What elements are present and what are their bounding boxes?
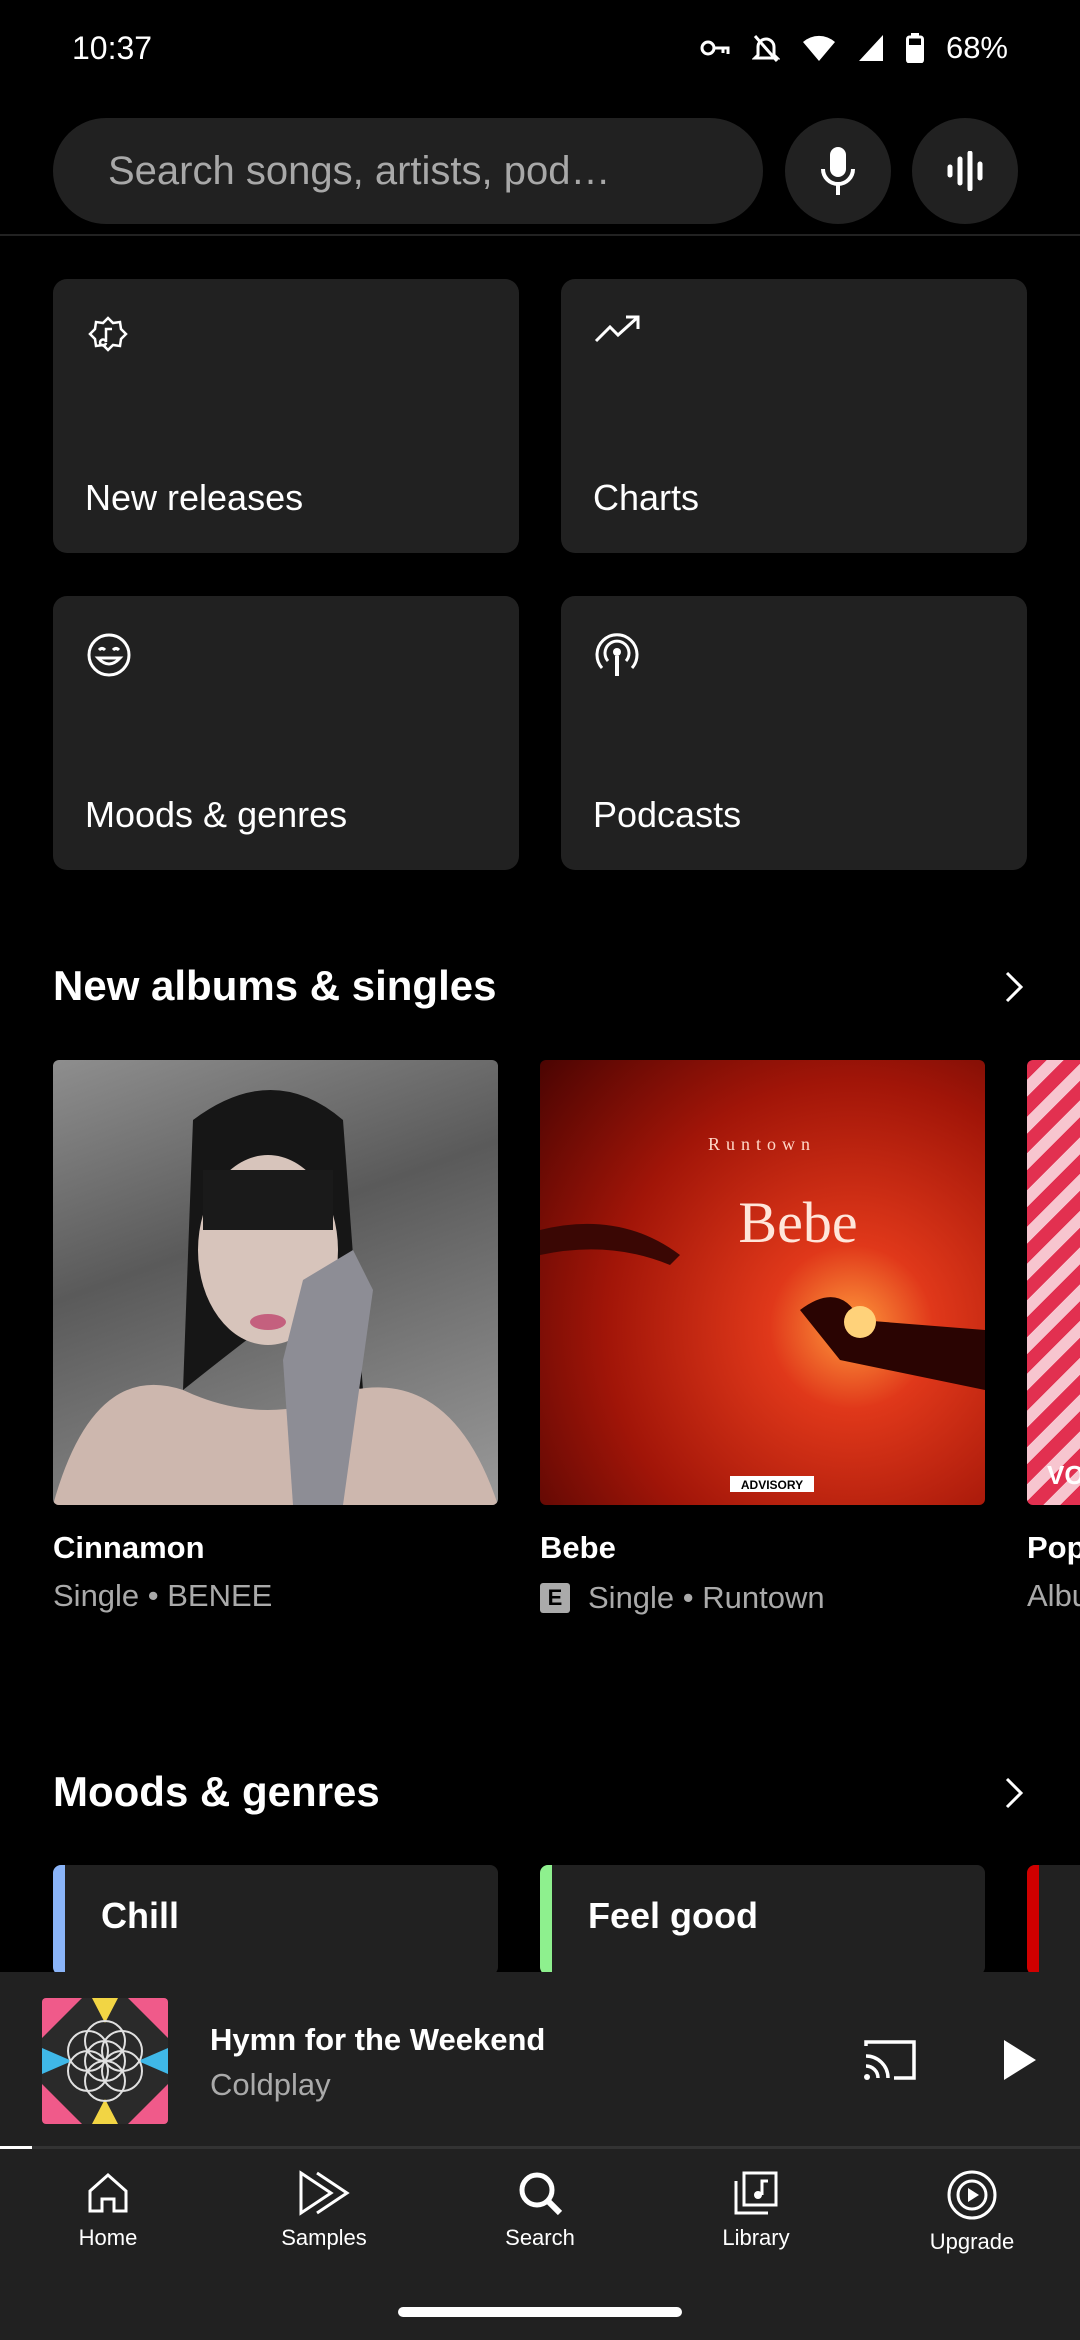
- nav-label: Upgrade: [929, 2229, 1015, 2254]
- nav-label: Library: [722, 2225, 790, 2250]
- tile-moods-genres[interactable]: Moods & genres: [53, 596, 519, 870]
- mood-label: Feel good: [588, 1895, 758, 1936]
- play-icon[interactable]: [1000, 2036, 1040, 2084]
- album-title[interactable]: Pop: [1027, 1530, 1080, 1566]
- album-subtitle: Single • BENEE: [53, 1578, 272, 1614]
- header-divider: [0, 234, 1080, 236]
- album-cover-image: Runtown Bebe ADVISORY: [540, 1134, 985, 1492]
- search-input[interactable]: [106, 147, 730, 195]
- tile-new-releases[interactable]: New releases: [53, 279, 519, 553]
- microphone-icon: [821, 147, 855, 195]
- samples-icon: [299, 2170, 350, 2216]
- section-title-moods: Moods & genres: [53, 1768, 380, 1815]
- voice-search-button[interactable]: [785, 118, 891, 224]
- nav-library[interactable]: Library: [648, 2169, 864, 2251]
- soundwave-icon: [947, 151, 983, 191]
- tile-label: Charts: [593, 477, 700, 518]
- album-cover-image: [42, 1998, 168, 2124]
- podcast-icon: [595, 633, 639, 676]
- album-subtitle: E Single • Runtown: [540, 1580, 825, 1616]
- mood-label: Chill: [101, 1895, 179, 1936]
- cast-icon[interactable]: [862, 2038, 918, 2082]
- song-recognition-button[interactable]: [912, 118, 1018, 224]
- explicit-badge: E: [540, 1583, 570, 1613]
- nav-label: Samples: [281, 2225, 367, 2250]
- status-time: 10:37: [72, 30, 153, 66]
- album-title[interactable]: Bebe: [540, 1530, 616, 1566]
- album-art-pop[interactable]: VO: [1027, 1060, 1080, 1505]
- now-playing-art: [42, 1998, 168, 2124]
- nav-upgrade[interactable]: Upgrade: [864, 2169, 1080, 2255]
- trending-icon: [594, 315, 640, 343]
- mood-color-bar: [53, 1865, 65, 1975]
- battery-icon: [905, 33, 924, 63]
- album-art-cinnamon[interactable]: [53, 1060, 498, 1505]
- chevron-right-icon[interactable]: [993, 1773, 1033, 1813]
- mood-card-partial[interactable]: [1027, 1865, 1080, 1975]
- album-subtitle-text: Albu: [1027, 1578, 1080, 1613]
- advisory-label: ADVISORY: [741, 1478, 803, 1492]
- album-subtitle-text: Single • BENEE: [53, 1578, 273, 1613]
- cellular-signal-icon: [858, 35, 883, 61]
- mood-icon: [87, 633, 131, 677]
- now-playing-title: Hymn for the Weekend: [210, 2022, 546, 2057]
- mini-player[interactable]: Hymn for the Weekend Coldplay: [0, 1972, 1080, 2148]
- tile-charts[interactable]: Charts: [561, 279, 1027, 553]
- home-indicator[interactable]: [398, 2307, 682, 2317]
- album-cover-text: VO: [1047, 1460, 1080, 1490]
- search-bar[interactable]: [53, 118, 763, 224]
- battery-percent: 68%: [945, 30, 1008, 65]
- now-playing-artist: Coldplay: [210, 2067, 331, 2102]
- mood-card-chill[interactable]: Chill: [53, 1865, 498, 1975]
- album-art-bebe[interactable]: Runtown Bebe ADVISORY: [540, 1060, 985, 1505]
- album-subtitle: Albu: [1027, 1578, 1080, 1614]
- tile-podcasts[interactable]: Podcasts: [561, 596, 1027, 870]
- home-icon: [88, 2172, 128, 2213]
- mood-color-bar: [1027, 1865, 1039, 1975]
- status-icons: 68%: [700, 30, 1008, 66]
- wifi-icon: [802, 35, 835, 61]
- nav-samples[interactable]: Samples: [216, 2169, 432, 2251]
- tile-label: Podcasts: [593, 794, 742, 835]
- upgrade-icon: [947, 2170, 997, 2220]
- vpn-key-icon: [700, 40, 730, 56]
- nav-label: Home: [78, 2225, 138, 2250]
- nav-label: Search: [505, 2225, 575, 2250]
- tile-label: Moods & genres: [85, 794, 348, 835]
- album-cover-title-text: Bebe: [738, 1190, 857, 1255]
- new-releases-icon: [88, 316, 128, 352]
- library-icon: [734, 2171, 778, 2215]
- tile-label: New releases: [85, 477, 304, 518]
- mute-icon: [751, 35, 780, 62]
- album-subtitle-text: Single • Runtown: [588, 1580, 825, 1615]
- mood-card-feel-good[interactable]: Feel good: [540, 1865, 985, 1975]
- album-cover-artist-text: Runtown: [708, 1134, 816, 1154]
- section-title-new-albums: New albums & singles: [53, 962, 497, 1009]
- search-icon: [519, 2172, 563, 2216]
- album-title[interactable]: Cinnamon: [53, 1530, 205, 1566]
- mood-color-bar: [540, 1865, 552, 1975]
- album-cover-image: [53, 1090, 498, 1505]
- chevron-right-icon[interactable]: [993, 967, 1033, 1007]
- nav-search[interactable]: Search: [432, 2169, 648, 2251]
- nav-home[interactable]: Home: [0, 2169, 216, 2251]
